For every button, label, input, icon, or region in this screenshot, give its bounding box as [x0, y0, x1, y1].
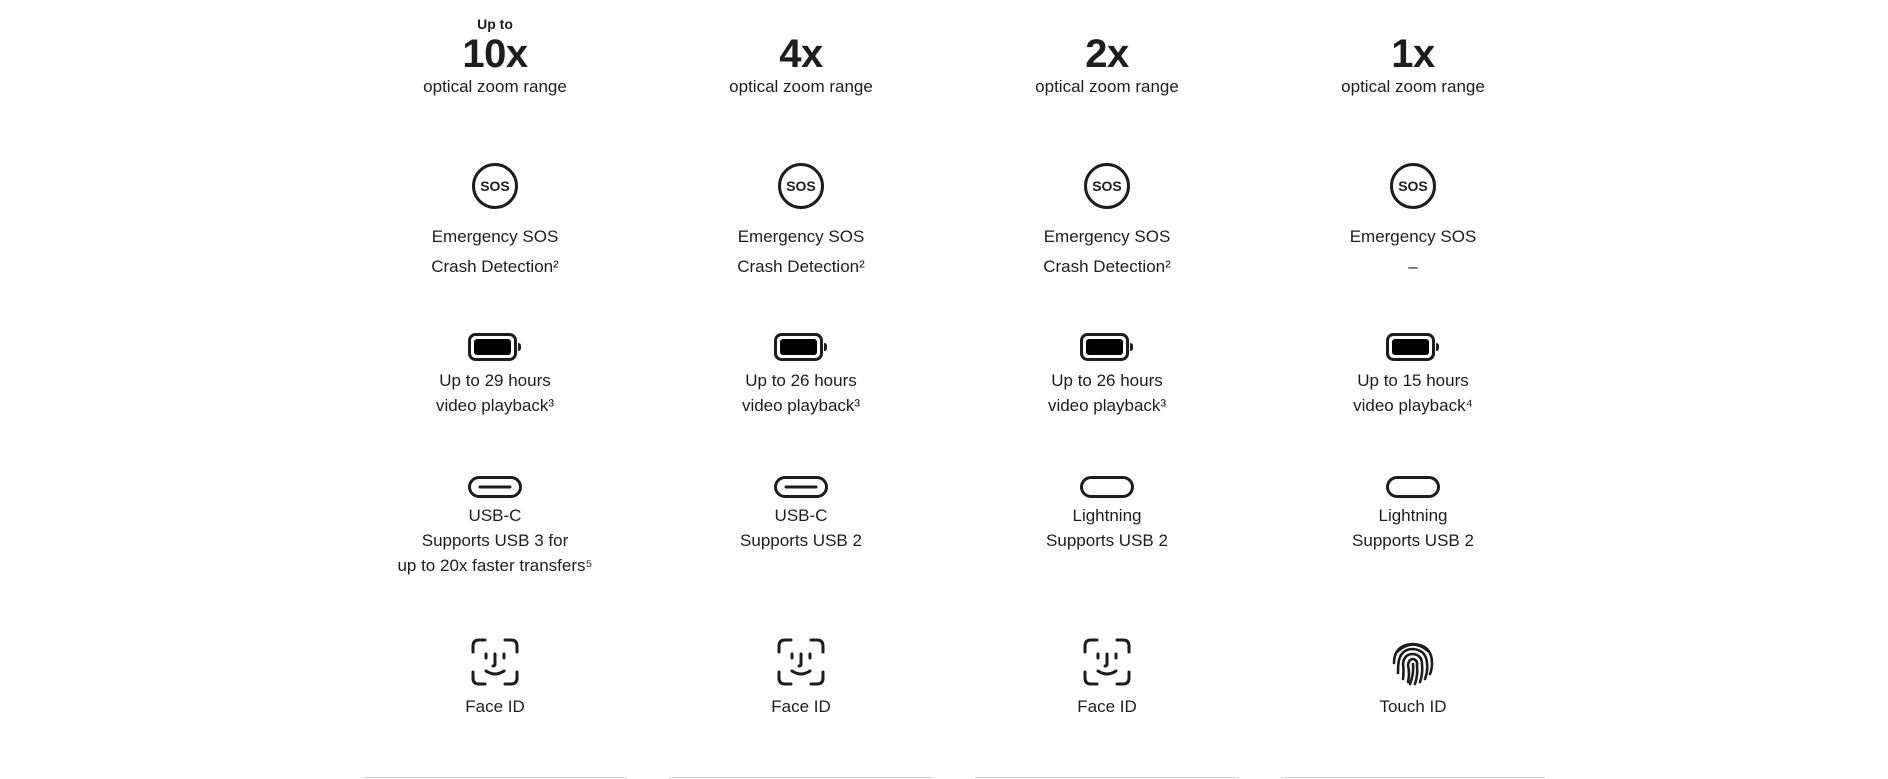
port-spec: USB-C Supports USB 2: [669, 476, 933, 553]
battery-line-1: Up to 26 hours: [1051, 371, 1163, 390]
safety-line-2: Crash Detection²: [1043, 257, 1171, 276]
battery-spec: Up to 29 hours video playback³: [363, 333, 627, 418]
column-divider: [669, 777, 933, 778]
port-line-1: Lightning: [1378, 506, 1448, 525]
battery-icon: [1080, 333, 1134, 361]
auth-label: Face ID: [1077, 697, 1137, 716]
battery-icon: [468, 333, 522, 361]
battery-icon: [774, 333, 828, 361]
zoom-value: 4x: [779, 32, 823, 76]
port-line-1: USB-C: [774, 506, 828, 525]
lightning-port-icon: [1386, 476, 1440, 498]
auth-spec: Face ID: [363, 637, 627, 719]
battery-spec: Up to 26 hours video playback³: [669, 333, 933, 418]
battery-icon: [1386, 333, 1440, 361]
port-line-2: Supports USB 2: [1352, 531, 1474, 550]
touch-id-icon: [1388, 637, 1438, 687]
zoom-prefix: [1281, 15, 1545, 33]
safety-line-1: Emergency SOS: [1043, 227, 1171, 246]
model-column-4: 1x optical zoom range SOS Emergency SOS …: [1281, 0, 1545, 779]
safety-spec: SOS Emergency SOS Crash Detection²: [975, 162, 1239, 282]
zoom-prefix: Up to: [477, 16, 513, 32]
zoom-value: 1x: [1391, 32, 1435, 76]
battery-line-1: Up to 15 hours: [1357, 371, 1469, 390]
battery-line-1: Up to 26 hours: [745, 371, 857, 390]
usb-c-port-icon: [774, 476, 828, 498]
zoom-prefix: [975, 15, 1239, 33]
battery-line-1: Up to 29 hours: [439, 371, 551, 390]
zoom-spec: 1x optical zoom range: [1281, 15, 1545, 98]
svg-text:SOS: SOS: [1092, 178, 1122, 194]
column-divider: [1281, 777, 1545, 778]
safety-line-2: Crash Detection²: [431, 257, 559, 276]
compare-grid: Up to 10x optical zoom range SOS Emergen…: [0, 0, 1888, 779]
port-line-2: Supports USB 2: [1046, 531, 1168, 550]
model-column-2: 4x optical zoom range SOS Emergency SOS …: [669, 0, 933, 779]
port-spec: Lightning Supports USB 2: [1281, 476, 1545, 553]
battery-spec: Up to 26 hours video playback³: [975, 333, 1239, 418]
battery-line-2: video playback³: [435, 396, 555, 415]
safety-line-2: Crash Detection²: [737, 257, 865, 276]
port-line-1: Lightning: [1072, 506, 1142, 525]
port-line-1: USB-C: [468, 506, 522, 525]
sos-icon: SOS: [1083, 162, 1131, 210]
zoom-spec: 4x optical zoom range: [669, 15, 933, 98]
auth-spec: Touch ID: [1281, 637, 1545, 719]
sos-icon: SOS: [471, 162, 519, 210]
svg-text:SOS: SOS: [480, 178, 510, 194]
battery-line-2: video playback³: [741, 396, 861, 415]
port-line-3: up to 20x faster transfers⁵: [397, 556, 593, 575]
zoom-value: 2x: [1085, 32, 1129, 76]
zoom-value: 10x: [462, 32, 528, 76]
svg-text:SOS: SOS: [1398, 178, 1428, 194]
column-divider: [363, 777, 627, 778]
face-id-icon: [776, 637, 826, 687]
model-column-1: Up to 10x optical zoom range SOS Emergen…: [363, 0, 627, 779]
face-id-icon: [1082, 637, 1132, 687]
safety-line-2: –: [1408, 257, 1418, 276]
zoom-spec: Up to 10x optical zoom range: [363, 15, 627, 98]
auth-spec: Face ID: [669, 637, 933, 719]
safety-line-1: Emergency SOS: [737, 227, 865, 246]
battery-line-2: video playback³: [1047, 396, 1167, 415]
sos-icon: SOS: [777, 162, 825, 210]
port-spec: USB-C Supports USB 3 for up to 20x faste…: [363, 476, 627, 578]
zoom-spec: 2x optical zoom range: [975, 15, 1239, 98]
column-divider: [975, 777, 1239, 778]
battery-spec: Up to 15 hours video playback⁴: [1281, 333, 1545, 418]
zoom-caption: optical zoom range: [729, 77, 873, 96]
zoom-prefix: [669, 15, 933, 33]
safety-line-1: Emergency SOS: [1349, 227, 1477, 246]
sos-icon: SOS: [1389, 162, 1437, 210]
safety-spec: SOS Emergency SOS –: [1281, 162, 1545, 282]
auth-label: Face ID: [465, 697, 525, 716]
usb-c-port-icon: [468, 476, 522, 498]
svg-text:SOS: SOS: [786, 178, 816, 194]
safety-spec: SOS Emergency SOS Crash Detection²: [669, 162, 933, 282]
port-spec: Lightning Supports USB 2: [975, 476, 1239, 553]
zoom-caption: optical zoom range: [1035, 77, 1179, 96]
auth-spec: Face ID: [975, 637, 1239, 719]
zoom-caption: optical zoom range: [423, 77, 567, 96]
safety-spec: SOS Emergency SOS Crash Detection²: [363, 162, 627, 282]
port-line-2: Supports USB 2: [740, 531, 862, 550]
battery-line-2: video playback⁴: [1353, 396, 1473, 415]
model-column-3: 2x optical zoom range SOS Emergency SOS …: [975, 0, 1239, 779]
auth-label: Face ID: [771, 697, 831, 716]
port-line-2: Supports USB 3 for: [421, 531, 569, 550]
auth-label: Touch ID: [1379, 697, 1447, 716]
lightning-port-icon: [1080, 476, 1134, 498]
safety-line-1: Emergency SOS: [431, 227, 559, 246]
face-id-icon: [470, 637, 520, 687]
zoom-caption: optical zoom range: [1341, 77, 1485, 96]
